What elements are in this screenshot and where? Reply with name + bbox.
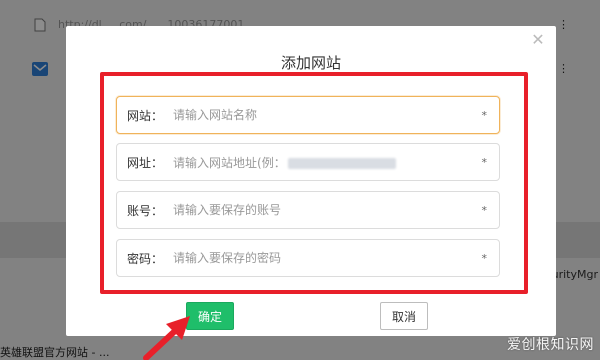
account-input[interactable] bbox=[173, 203, 482, 217]
site-url-placeholder: 请输入网站地址(例： bbox=[173, 155, 286, 170]
account-field[interactable]: 账号： * bbox=[116, 191, 500, 229]
watermark: 爱创根知识网 bbox=[507, 337, 594, 353]
dialog-title: 添加网站 bbox=[280, 54, 341, 72]
required-mark: * bbox=[481, 203, 488, 217]
site-url-field[interactable]: 网址： 请输入网站地址(例： * bbox=[116, 143, 500, 181]
cancel-button[interactable]: 取消 bbox=[380, 302, 428, 330]
required-mark: * bbox=[481, 108, 488, 122]
site-url-input[interactable]: 请输入网站地址(例： bbox=[173, 154, 481, 171]
password-input[interactable] bbox=[173, 251, 482, 265]
close-icon[interactable]: ✕ bbox=[530, 32, 546, 48]
site-name-label: 网站： bbox=[127, 108, 164, 123]
password-field[interactable]: 密码： * bbox=[116, 239, 500, 277]
required-mark: * bbox=[481, 155, 488, 169]
site-name-input[interactable] bbox=[173, 108, 482, 122]
required-mark: * bbox=[481, 251, 488, 265]
password-label: 密码： bbox=[127, 251, 164, 266]
red-arrow-icon bbox=[143, 316, 190, 360]
site-url-label: 网址： bbox=[127, 155, 164, 170]
account-label: 账号： bbox=[127, 203, 164, 218]
site-name-field[interactable]: 网站： * bbox=[116, 96, 500, 134]
blurred-example bbox=[287, 157, 396, 169]
add-site-dialog: 添加网站 ✕ 网站： * 网址： 请输入网站地址(例： * 账号： * 密码： … bbox=[66, 26, 556, 336]
